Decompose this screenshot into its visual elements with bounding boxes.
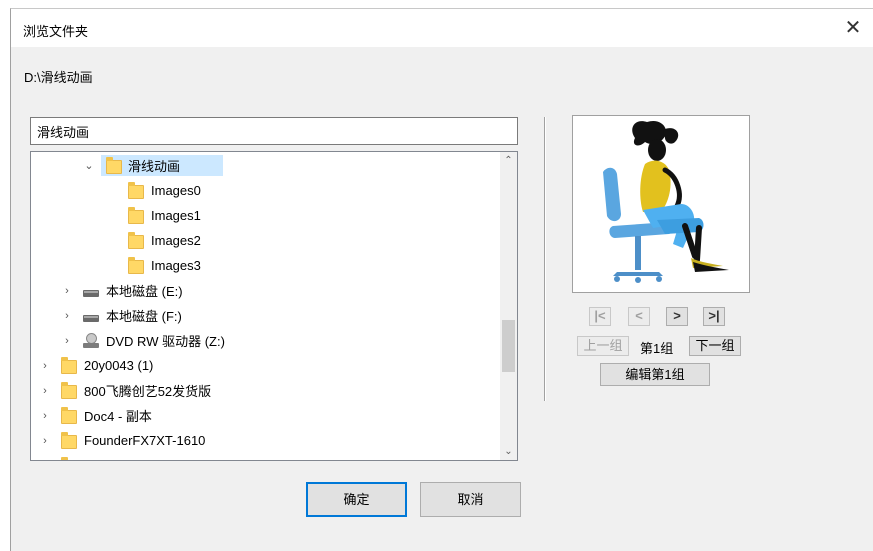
- tree-item-drive-f[interactable]: › 本地磁盘 (F:): [31, 303, 497, 328]
- tree-item-800feiteng[interactable]: › 800飞腾创艺52发货版: [31, 378, 497, 403]
- tree-item-images2[interactable]: Images2: [31, 228, 497, 253]
- tree-item-images3[interactable]: Images3: [31, 253, 497, 278]
- tree-item-label: Doc4 - 副本: [84, 409, 152, 424]
- tree-item-drive-e[interactable]: › 本地磁盘 (E:): [31, 278, 497, 303]
- browse-folder-dialog: 浏览文件夹 ✕ D:\滑线动画 ⌄ 滑线动画 Images0 Images1 I…: [10, 8, 873, 551]
- tree-item-label: 20y0043 (1): [84, 358, 154, 373]
- tree-item-label: DVD RW 驱动器 (Z:): [106, 334, 225, 349]
- tree-item-label: Images3: [151, 258, 201, 273]
- tree-item-label: FounderFX7XT-1610: [84, 433, 206, 448]
- last-image-button[interactable]: >|: [703, 307, 725, 326]
- folder-icon: [61, 357, 77, 374]
- chevron-right-icon[interactable]: ›: [61, 309, 73, 323]
- edit-group-button[interactable]: 编辑第1组: [600, 363, 710, 386]
- dialog-title: 浏览文件夹: [23, 24, 89, 39]
- scroll-down-icon[interactable]: ⌄: [500, 443, 517, 460]
- cancel-button[interactable]: 取消: [420, 482, 521, 517]
- group-label: 第1组: [640, 341, 674, 356]
- next-image-button[interactable]: >: [666, 307, 688, 326]
- chevron-right-icon[interactable]: ›: [39, 434, 51, 448]
- chevron-right-icon[interactable]: ›: [61, 334, 73, 348]
- vertical-scrollbar[interactable]: ⌃ ⌄: [500, 152, 517, 460]
- dvd-drive-icon: [83, 333, 99, 349]
- ok-button[interactable]: 确定: [306, 482, 407, 517]
- tree-item-images0[interactable]: Images0: [31, 178, 497, 203]
- folder-icon: [61, 382, 77, 399]
- chevron-right-icon[interactable]: ›: [61, 284, 73, 298]
- title-bar: 浏览文件夹 ✕: [11, 9, 873, 47]
- tree-item-partial: [31, 453, 497, 460]
- folder-icon: [61, 432, 77, 449]
- tree-item-images1[interactable]: Images1: [31, 203, 497, 228]
- folder-icon: [106, 157, 122, 174]
- tree-item-huaxian[interactable]: ⌄ 滑线动画: [31, 153, 497, 178]
- vertical-divider: [544, 117, 546, 401]
- folder-icon: [61, 457, 68, 460]
- seated-woman-illustration: [603, 120, 729, 283]
- folder-icon: [128, 232, 144, 249]
- folder-icon: [61, 407, 77, 424]
- first-image-button[interactable]: |<: [589, 307, 611, 326]
- close-icon[interactable]: ✕: [839, 15, 867, 41]
- tree-item-label: 滑线动画: [128, 159, 181, 174]
- folder-tree[interactable]: ⌄ 滑线动画 Images0 Images1 Images2 Images3 ›…: [30, 151, 518, 461]
- drive-icon: [83, 290, 99, 297]
- tree-item-label: Images0: [151, 183, 201, 198]
- tree-item-label: 800飞腾创艺52发货版: [84, 384, 212, 399]
- current-path: D:\滑线动画: [24, 70, 93, 85]
- scrollbar-thumb[interactable]: [502, 320, 515, 372]
- tree-item-label: Images2: [151, 233, 201, 248]
- tree-item-label: Images1: [151, 208, 201, 223]
- folder-icon: [128, 257, 144, 274]
- tree-item-doc4-copy[interactable]: › Doc4 - 副本: [31, 403, 497, 428]
- scroll-up-icon[interactable]: ⌃: [500, 152, 517, 169]
- next-group-button[interactable]: 下一组: [689, 336, 741, 356]
- folder-icon: [128, 207, 144, 224]
- chevron-right-icon[interactable]: ›: [39, 384, 51, 398]
- tree-item-20y0043[interactable]: › 20y0043 (1): [31, 353, 497, 378]
- previous-group-button[interactable]: 上一组: [577, 336, 629, 356]
- chevron-right-icon[interactable]: ›: [39, 359, 51, 373]
- chevron-down-icon[interactable]: ⌄: [83, 159, 95, 173]
- folder-name-input[interactable]: [30, 117, 518, 145]
- tree-item-label: 本地磁盘 (F:): [106, 309, 182, 324]
- chevron-right-icon[interactable]: ›: [39, 409, 51, 423]
- tree-item-label: 本地磁盘 (E:): [106, 284, 183, 299]
- previous-image-button[interactable]: <: [628, 307, 650, 326]
- drive-icon: [83, 315, 99, 322]
- folder-icon: [128, 182, 144, 199]
- image-preview: [572, 115, 750, 293]
- tree-item-founderfx[interactable]: › FounderFX7XT-1610: [31, 428, 497, 453]
- tree-item-dvd-z[interactable]: › DVD RW 驱动器 (Z:): [31, 328, 497, 353]
